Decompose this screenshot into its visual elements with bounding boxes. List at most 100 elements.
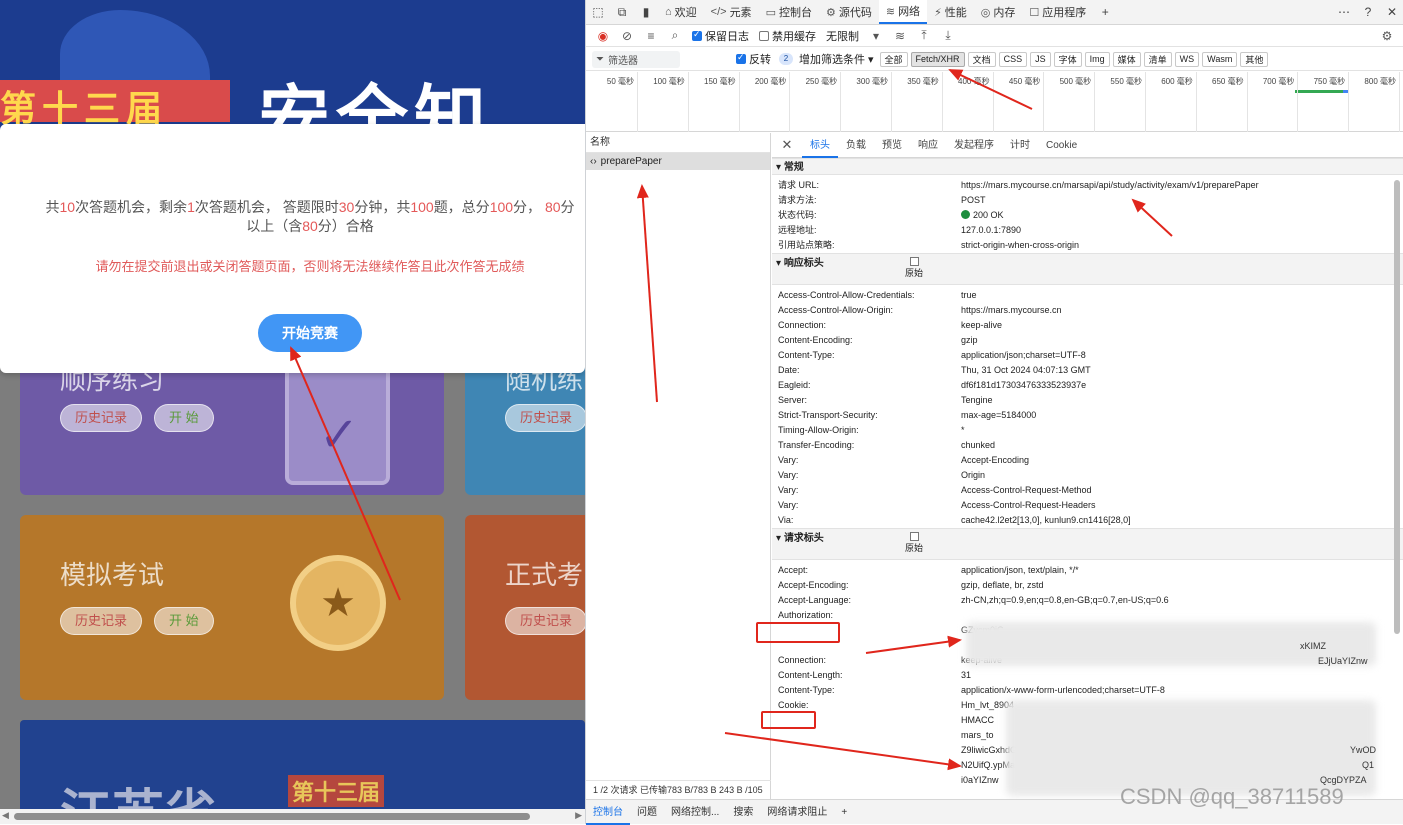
history-button[interactable]: 历史记录 [60,607,143,635]
drawer-tab[interactable]: 网络请求阻止 [760,800,834,825]
import-icon[interactable]: ⤒ [913,28,935,43]
export-icon[interactable]: ⤓ [937,28,959,43]
timeline-tick-label: 200 毫秒 [754,77,787,86]
start-button[interactable]: 开 始 [154,404,214,432]
tab-4[interactable]: ≋ 网络 [878,0,928,24]
close-icon[interactable]: ✕ [1380,0,1403,24]
type-filter-button[interactable]: 其他 [1240,51,1269,67]
add-drawer-tab-icon[interactable]: + [834,800,854,825]
filter-toggle-icon[interactable]: ≡ [640,29,662,43]
throttle-select[interactable]: 无限制 [826,28,859,44]
tab-5[interactable]: ⚡ 性能 [927,0,974,24]
dropdown-icon[interactable]: ▾ [865,29,887,43]
more-options-icon[interactable]: ⋯ [1332,0,1356,24]
more-filters-dropdown[interactable]: 2 增加筛选条件 ▾ [779,51,874,67]
header-row: Server: Tengine [772,393,1403,408]
invert-checkbox[interactable]: 反转 [736,51,771,67]
type-filter-button[interactable]: 全部 [879,51,908,67]
type-filter-button[interactable]: WS [1174,51,1200,67]
raw-toggle[interactable]: 原始 [904,257,924,279]
header-row: Timing-Allow-Origin: * [772,423,1403,438]
timeline-tick: 750 毫秒 [1314,72,1350,132]
dock-icon[interactable]: ▮ [634,0,658,24]
name-column-header[interactable]: 名称 [586,133,770,153]
drawer-tab[interactable]: 网络控制... [664,800,726,825]
drawer-tab[interactable]: 搜索 [726,800,760,825]
type-filter-button[interactable]: 清单 [1143,51,1172,67]
close-detail-icon[interactable]: ✕ [772,137,802,153]
header-value: POST [961,195,986,205]
request-row[interactable]: ‹› preparePaper [586,153,770,170]
history-button[interactable]: 历史记录 [505,607,585,635]
add-tab-icon[interactable]: + [1093,0,1117,24]
clear-icon[interactable]: ⊘ [616,29,638,43]
filter-icon: ⏷ [596,53,604,65]
watermark: CSDN @qq_38711589 [1120,784,1344,809]
tab-label: 内存 [993,7,1016,19]
tab-2[interactable]: ▭ 控制台 [759,0,819,24]
search-icon[interactable]: ⌕ [664,28,686,43]
scrollbar-thumb[interactable] [14,813,530,820]
tab-icon: </> [710,6,727,18]
history-button[interactable]: 历史记录 [60,404,143,432]
start-button[interactable]: 开 始 [154,607,214,635]
record-icon[interactable]: ◉ [592,29,614,43]
tab-1[interactable]: </> 元素 [704,0,759,24]
raw-toggle[interactable]: 原始 [904,532,924,554]
type-filter-button[interactable]: CSS [998,51,1028,67]
inspect-icon[interactable]: ⧉ [610,0,634,24]
request-headers-section-header[interactable]: ▾ 请求标头 原始 [772,528,1403,560]
header-name [772,728,961,743]
timeline-tick-label: 800 毫秒 [1364,77,1396,86]
type-filter-button[interactable]: Wasm [1202,51,1238,67]
type-filter-button[interactable]: JS [1030,51,1051,67]
network-conditions-icon[interactable]: ≋ [889,29,911,43]
detail-tab[interactable]: 负载 [838,133,874,158]
scroll-right-icon[interactable]: ▶ [575,810,582,821]
tab-3[interactable]: ⚙ 源代码 [819,0,879,24]
type-filter-button[interactable]: 媒体 [1112,51,1141,67]
detail-tab[interactable]: 标头 [802,133,838,158]
device-toggle-icon[interactable]: ⬚ [586,0,610,24]
detail-tab[interactable]: 发起程序 [946,133,1002,158]
timeline-tick: 250 毫秒 [806,72,842,132]
start-competition-button[interactable]: 开始竞赛 [258,314,362,352]
general-section-header[interactable]: ▾ 常规 [772,158,1403,175]
history-button[interactable]: 历史记录 [505,404,585,432]
detail-tab[interactable]: 预览 [874,133,910,158]
drawer-tab[interactable]: 问题 [630,800,664,825]
type-filter-button[interactable]: Fetch/XHR [910,51,965,67]
detail-scrollbar-thumb[interactable] [1394,180,1400,634]
settings-icon[interactable]: ⚙ [1376,29,1398,43]
tab-6[interactable]: ◎ 内存 [974,0,1023,24]
card-formal-exam[interactable]: 正式考 历史记录 [465,515,585,700]
timeline-tick-label: 150 毫秒 [704,77,736,86]
filter-input[interactable]: ⏷ 筛选器 [592,50,680,68]
scroll-left-icon[interactable]: ◀ [2,810,9,821]
tab-0[interactable]: ⌂ 欢迎 [658,0,704,24]
timeline-tick-label: 550 毫秒 [1110,77,1142,86]
header-value: 127.0.0.1:7890 [961,225,1022,235]
response-headers-section-header[interactable]: ▾ 响应标头 原始 [772,253,1403,285]
detail-scrollbar[interactable] [1392,180,1402,650]
timeline-tick-label: 100 毫秒 [653,77,685,86]
help-icon[interactable]: ? [1356,0,1380,24]
horizontal-scrollbar[interactable]: ◀ ▶ [0,809,585,824]
type-filter-button[interactable]: Img [1084,51,1110,67]
type-filter-button[interactable]: 文档 [967,51,996,67]
preserve-log-checkbox[interactable]: 保留日志 [692,28,749,44]
type-filter-button[interactable]: 字体 [1053,51,1082,67]
header-name [772,758,961,773]
detail-tab[interactable]: Cookie [1038,133,1085,158]
timeline-tick: 800 毫秒 [1364,72,1400,132]
exam-start-dialog: 共10次答题机会，剩余1次答题机会， 答题限时30分钟，共100题，总分100分… [0,124,585,373]
detail-tab[interactable]: 响应 [910,133,946,158]
drawer-tab[interactable]: 控制台 [586,800,630,825]
disable-cache-checkbox[interactable]: 禁用缓存 [759,28,816,44]
header-name: 引用站点策略: [778,240,835,250]
network-timeline[interactable]: 50 毫秒 100 毫秒 150 毫秒 200 毫秒 250 毫秒 300 毫秒 350 毫… [586,72,1403,132]
detail-tab[interactable]: 计时 [1002,133,1038,158]
header-row: Transfer-Encoding: chunked [772,438,1403,453]
card-mock-exam[interactable]: 模拟考试 ★ 历史记录 开 始 [20,515,444,700]
tab-7[interactable]: ☐ 应用程序 [1022,0,1093,24]
